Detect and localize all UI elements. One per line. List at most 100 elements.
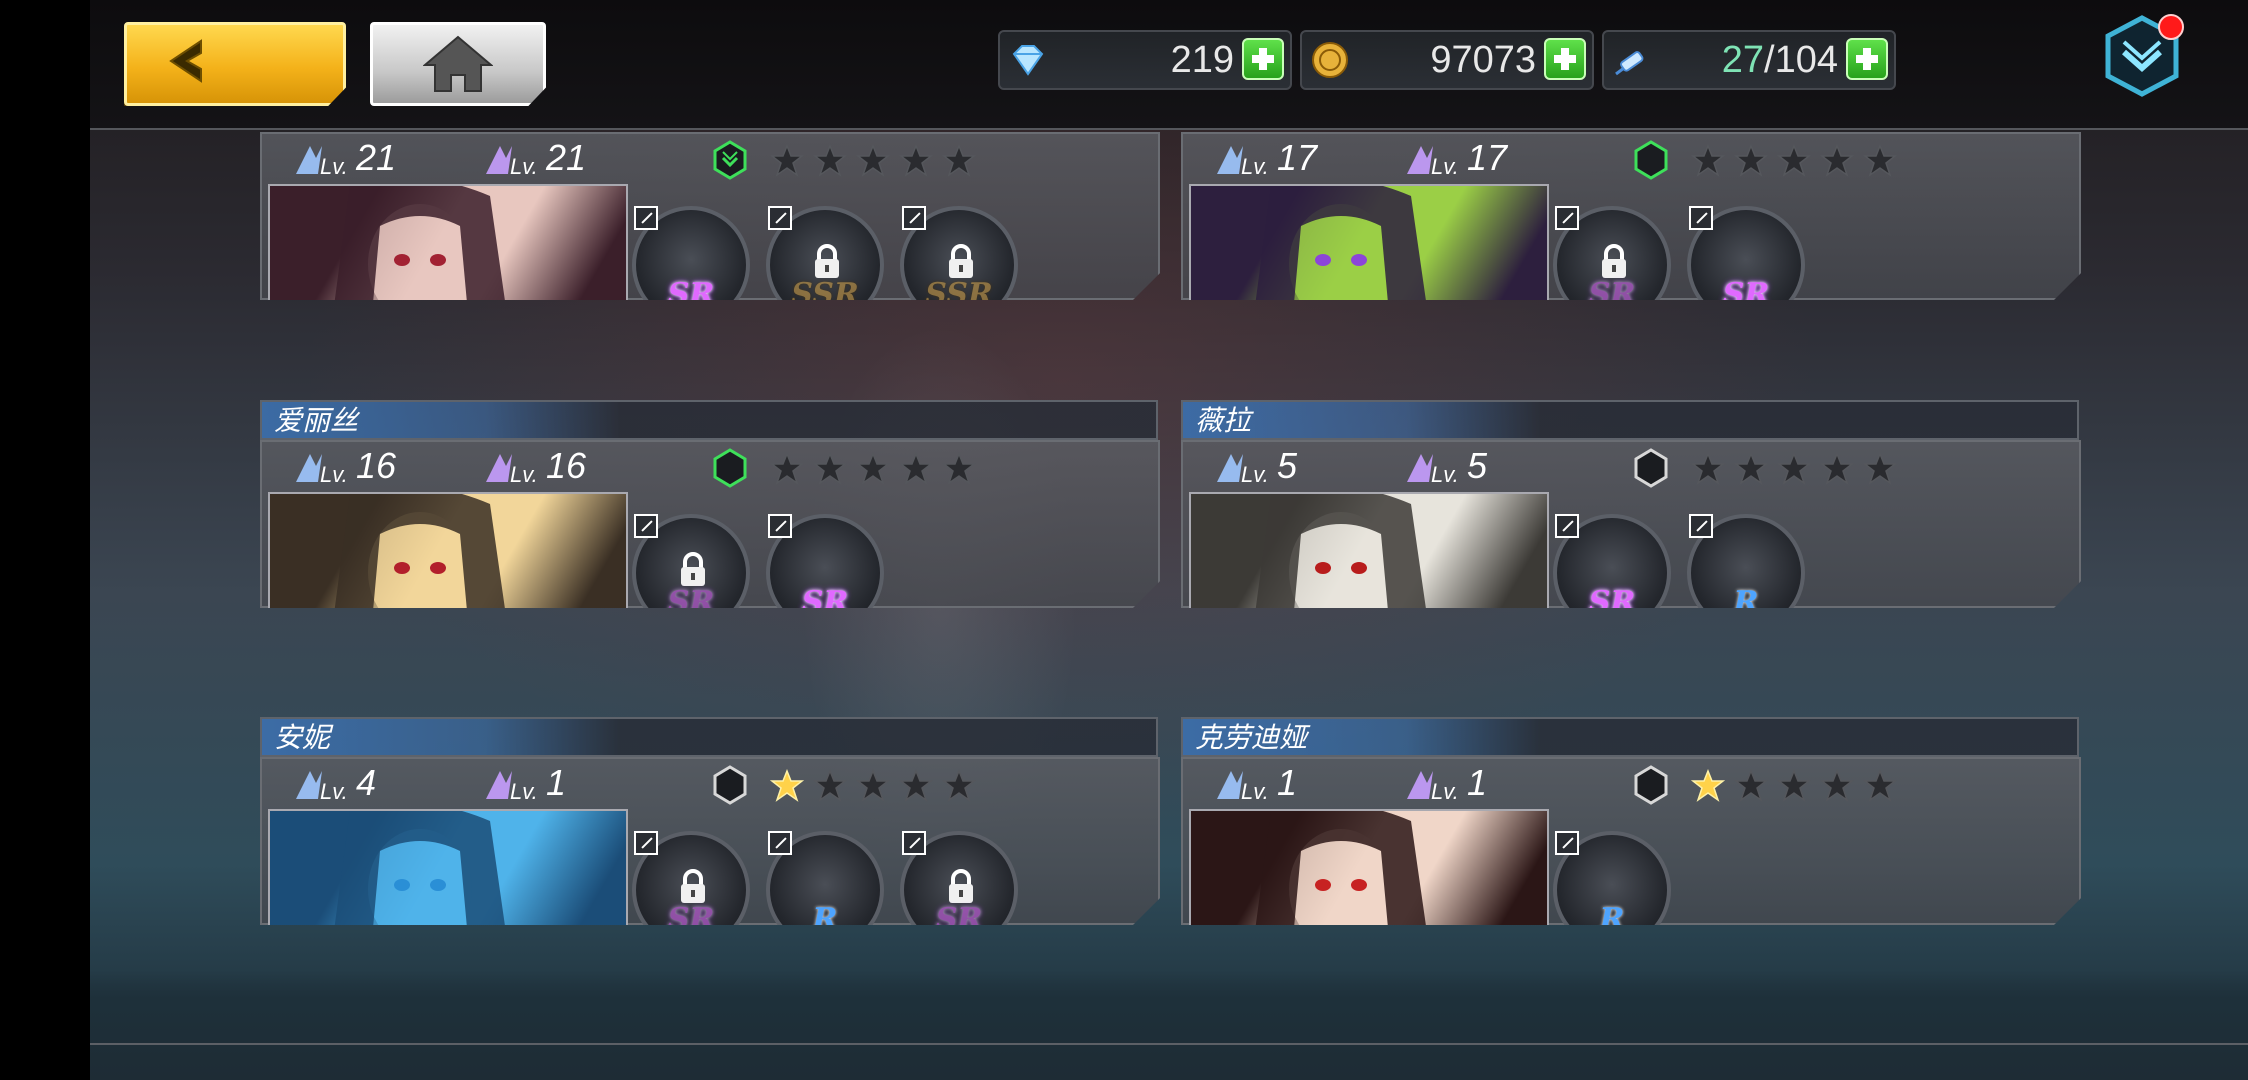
level-wing-icon: Lv. bbox=[296, 454, 348, 487]
weapon-rarity: R bbox=[1599, 902, 1625, 937]
character-level: Lv. 16 bbox=[292, 444, 396, 488]
diamond-resource: 219 bbox=[998, 30, 1292, 90]
star-empty-icon bbox=[1777, 144, 1811, 177]
stage-hexagon-icon bbox=[1634, 140, 1668, 180]
star-empty-icon bbox=[770, 144, 804, 177]
notification-dot bbox=[2158, 14, 2184, 40]
star-empty-icon bbox=[1691, 144, 1725, 177]
weapon-slot[interactable]: SR bbox=[632, 514, 750, 608]
level-row: Lv. 21 Lv. 21 bbox=[272, 136, 702, 180]
level-wing-icon: Lv. bbox=[296, 146, 348, 179]
level-weapon-level-icon: Lv. bbox=[486, 771, 538, 804]
gold-count: 97073 bbox=[1430, 39, 1536, 81]
gold-coin-icon bbox=[1312, 42, 1348, 78]
weapon-slot[interactable]: SR bbox=[1553, 514, 1671, 620]
add-gold-button[interactable] bbox=[1544, 38, 1586, 80]
diamond-count: 219 bbox=[1170, 39, 1234, 81]
character-card[interactable]: 克劳迪娅 Lv. 1 Lv. 1 R bbox=[1181, 717, 2081, 925]
weapon-rarity: SR bbox=[1722, 277, 1770, 312]
character-card[interactable]: 薇拉 Lv. 5 Lv. 5 SR R bbox=[1181, 400, 2081, 608]
character-portrait[interactable] bbox=[268, 184, 628, 300]
weapon-level: Lv. 1 bbox=[1403, 761, 1487, 805]
character-level: Lv. 21 bbox=[292, 136, 396, 180]
character-portrait[interactable] bbox=[268, 809, 628, 925]
star-empty-icon bbox=[942, 452, 976, 485]
character-card[interactable]: Lv. 17 Lv. 17 SR SR bbox=[1181, 92, 2081, 300]
svg-text:Lv.: Lv. bbox=[1431, 462, 1459, 487]
edit-icon bbox=[902, 206, 926, 230]
add-diamond-button[interactable] bbox=[1242, 38, 1284, 80]
notification-button[interactable] bbox=[2102, 14, 2184, 98]
character-card-body: Lv. 5 Lv. 5 SR R bbox=[1181, 440, 2081, 608]
level-row: Lv. 5 Lv. 5 bbox=[1193, 444, 1623, 488]
weapon-level: Lv. 5 bbox=[1403, 444, 1487, 488]
stamina-resource: 27/104 bbox=[1602, 30, 1896, 90]
star-empty-icon bbox=[856, 452, 890, 485]
weapon-slot[interactable]: SR bbox=[1687, 206, 1805, 312]
lock-icon bbox=[949, 244, 973, 278]
star-rating bbox=[770, 452, 985, 486]
weapon-rarity: SR bbox=[667, 902, 715, 937]
weapon-slot[interactable]: R bbox=[766, 831, 884, 925]
character-portrait[interactable] bbox=[1189, 809, 1549, 925]
character-name: 安妮 bbox=[274, 721, 331, 754]
character-card-body: Lv. 4 Lv. 1 SR R SR bbox=[260, 757, 1160, 925]
lock-icon bbox=[681, 552, 705, 586]
weapon-slot[interactable]: SR bbox=[1553, 206, 1671, 300]
star-rating bbox=[770, 769, 985, 803]
lock-icon bbox=[681, 869, 705, 903]
star-filled-icon bbox=[1691, 769, 1725, 802]
character-name: 薇拉 bbox=[1195, 404, 1252, 437]
level-weapon-level-icon: Lv. bbox=[486, 454, 538, 487]
character-portrait[interactable] bbox=[1189, 492, 1549, 608]
character-card-body: Lv. 17 Lv. 17 SR SR bbox=[1181, 132, 2081, 300]
stage-hexagon-icon bbox=[713, 448, 747, 488]
star-empty-icon bbox=[856, 144, 890, 177]
level-weapon-level-icon: Lv. bbox=[1407, 146, 1459, 179]
level-row: Lv. 4 Lv. 1 bbox=[272, 761, 702, 805]
svg-text:Lv.: Lv. bbox=[1431, 154, 1459, 179]
edit-icon bbox=[902, 831, 926, 855]
level-weapon-level-icon: Lv. bbox=[1407, 771, 1459, 804]
weapon-slot[interactable]: SR bbox=[632, 831, 750, 937]
syringe-icon bbox=[1615, 51, 1644, 76]
character-card[interactable]: 安妮 Lv. 4 Lv. 1 SR R SR bbox=[260, 717, 1160, 925]
edit-icon bbox=[768, 206, 792, 230]
level-row: Lv. 1 Lv. 1 bbox=[1193, 761, 1623, 805]
star-empty-icon bbox=[1820, 144, 1854, 177]
weapon-slot[interactable]: R bbox=[1553, 831, 1671, 937]
star-empty-icon bbox=[813, 144, 847, 177]
add-stamina-button[interactable] bbox=[1846, 38, 1888, 80]
star-empty-icon bbox=[899, 769, 933, 802]
star-empty-icon bbox=[1863, 144, 1897, 177]
svg-text:Lv.: Lv. bbox=[510, 154, 538, 179]
character-card[interactable]: Lv. 21 Lv. 21 SR SSR SSR bbox=[260, 92, 1160, 300]
character-name-bar: 爱丽丝 bbox=[260, 400, 1158, 440]
weapon-rarity: SR bbox=[1588, 585, 1636, 620]
character-card[interactable]: 爱丽丝 Lv. 16 Lv. 16 SR SR bbox=[260, 400, 1160, 608]
character-level: Lv. 1 bbox=[1213, 761, 1297, 805]
character-card-body: Lv. 1 Lv. 1 R bbox=[1181, 757, 2081, 925]
star-empty-icon bbox=[813, 769, 847, 802]
weapon-slot[interactable]: R bbox=[1687, 514, 1805, 608]
game-screen: 219 97073 27/104 Lv. 21 Lv. 21 SR SSR SS… bbox=[90, 0, 2248, 1080]
home-icon bbox=[423, 35, 493, 92]
character-portrait[interactable] bbox=[1189, 184, 1549, 300]
star-rating bbox=[1691, 144, 1906, 178]
character-level: Lv. 17 bbox=[1213, 136, 1317, 180]
weapon-slot[interactable]: SR bbox=[632, 206, 750, 312]
weapon-level: Lv. 17 bbox=[1403, 136, 1507, 180]
bottom-fade bbox=[90, 970, 2248, 1080]
weapon-level: Lv. 16 bbox=[482, 444, 586, 488]
star-empty-icon bbox=[1734, 452, 1768, 485]
star-empty-icon bbox=[1777, 452, 1811, 485]
weapon-rarity: SR bbox=[667, 277, 715, 312]
level-wing-icon: Lv. bbox=[1217, 771, 1269, 804]
character-portrait[interactable] bbox=[268, 492, 628, 608]
star-empty-icon bbox=[770, 452, 804, 485]
level-row: Lv. 17 Lv. 17 bbox=[1193, 136, 1623, 180]
weapon-rarity: SR bbox=[935, 902, 983, 937]
svg-text:Lv.: Lv. bbox=[1431, 779, 1459, 804]
weapon-slot[interactable]: SR bbox=[900, 831, 1018, 937]
character-name-bar: 安妮 bbox=[260, 717, 1158, 757]
